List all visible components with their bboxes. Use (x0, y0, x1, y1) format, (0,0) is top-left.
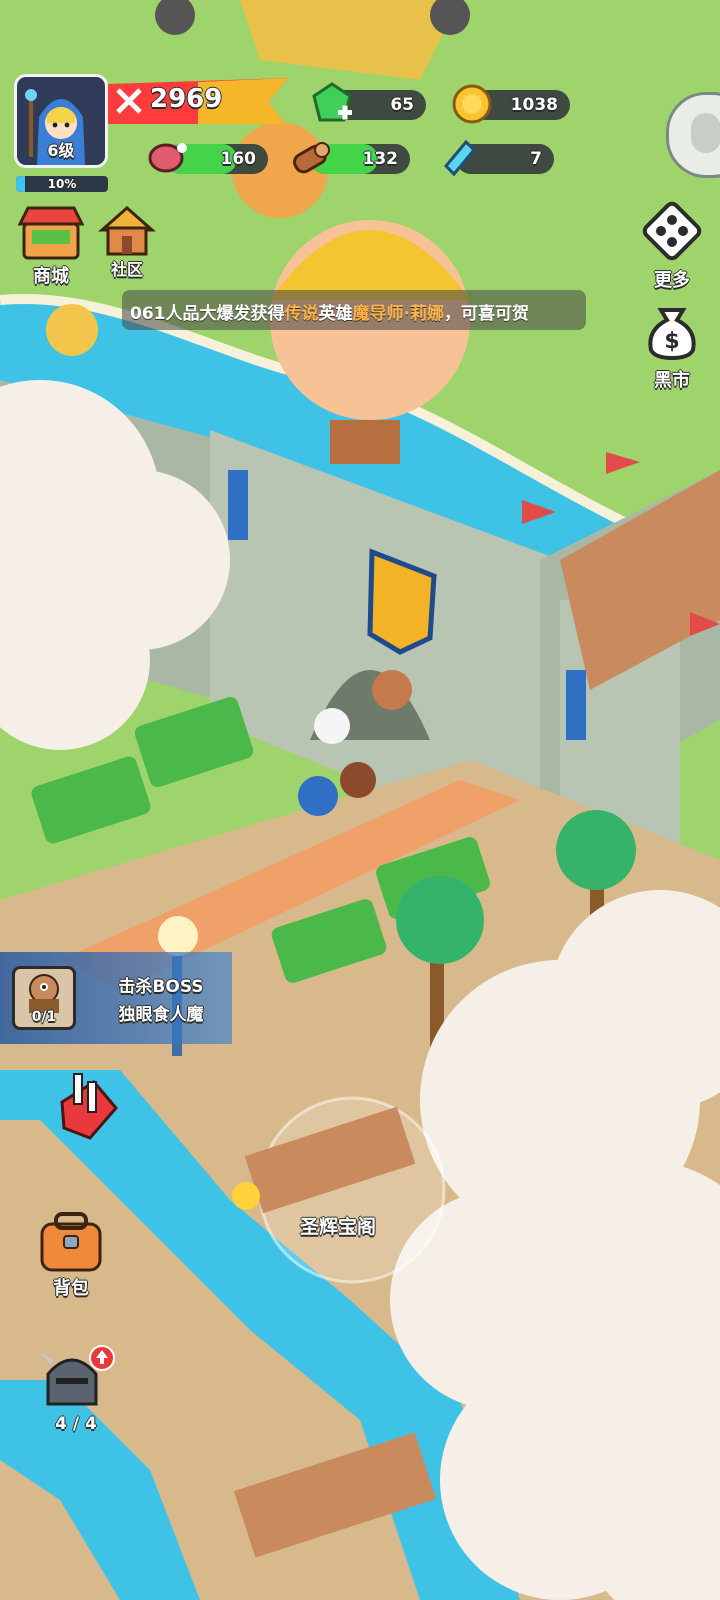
black-market-button[interactable]: $ 黑市 (636, 300, 708, 392)
quest-target: 独眼食人魔 (118, 1005, 204, 1025)
house-icon (98, 206, 156, 256)
quest-progress: 0/1 (31, 1009, 57, 1025)
money-bag-icon: $ (648, 308, 696, 361)
shop-stall-icon (17, 206, 85, 260)
experience-bar: 10% (16, 176, 108, 192)
wood-value: 132 (362, 149, 399, 169)
alert-button[interactable] (54, 1068, 124, 1148)
black-market-label: 黑市 (654, 370, 690, 391)
meat-counter[interactable]: 160 (148, 143, 268, 174)
more-label: 更多 (654, 270, 690, 291)
announcement-ticker: 061人品大爆发获得传说英雄魔导师·莉娜，可喜可贺 (122, 290, 586, 330)
wood-counter[interactable]: 132 (293, 142, 410, 174)
announcement-text-rarity: 传说 (284, 304, 319, 324)
player-level: 6级 (47, 141, 75, 160)
crystal-value: 7 (530, 149, 542, 169)
gold-value: 1038 (510, 95, 558, 115)
building-label-holy-treasury[interactable]: 圣辉宝阁 (300, 1212, 376, 1239)
svg-text:$: $ (664, 329, 679, 354)
heroes-button[interactable]: 4 / 4 (36, 1344, 116, 1434)
more-button[interactable]: 更多 (636, 200, 708, 292)
announcement-text-hero: 英雄 (318, 304, 353, 324)
power-value: 2969 (150, 84, 223, 114)
community-button[interactable]: 社区 (96, 204, 158, 280)
gold-counter[interactable]: 1038 (452, 84, 570, 124)
green-gem-plus-icon (312, 82, 352, 122)
announcement-text-suffix: ，可喜可贺 (443, 304, 529, 324)
shop-label: 商城 (33, 266, 69, 287)
quest-title: 击杀BOSS (118, 977, 204, 997)
community-label: 社区 (110, 260, 143, 279)
wood-log-icon (293, 142, 330, 174)
blue-crystal-icon (443, 139, 477, 177)
player-avatar[interactable]: 6级 (14, 74, 108, 168)
announcement-text-player: 061人品大爆发获得 (130, 304, 285, 324)
meat-icon (148, 143, 187, 173)
shop-button[interactable]: 商城 (17, 204, 85, 288)
dice-more-icon (642, 201, 702, 261)
backpack-button[interactable]: 背包 (36, 1210, 106, 1300)
experience-percent: 10% (47, 177, 77, 191)
quest-panel[interactable]: 0/1 击杀BOSS 独眼食人魔 (0, 952, 232, 1044)
announcement-text-hero-name: 魔导师·莉娜 (352, 304, 444, 324)
backpack-label: 背包 (53, 1278, 89, 1299)
gold-coin-icon (452, 84, 492, 124)
backpack-icon (40, 1212, 102, 1272)
boss-quest-card[interactable]: 0/1 (12, 966, 76, 1030)
exclamation-alert-icon (60, 1073, 118, 1140)
knight-helmet-icon (40, 1345, 115, 1406)
heroes-count: 4 / 4 (55, 1414, 97, 1434)
meat-value: 160 (220, 149, 257, 169)
announcement-text: 061人品大爆发获得传说英雄魔导师·莉娜，可喜可贺 (130, 299, 529, 324)
gems-value: 65 (390, 95, 414, 115)
gems-counter[interactable]: 65 (312, 82, 426, 122)
crystal-counter[interactable]: 7 (443, 139, 554, 177)
settings-icon (691, 113, 720, 153)
